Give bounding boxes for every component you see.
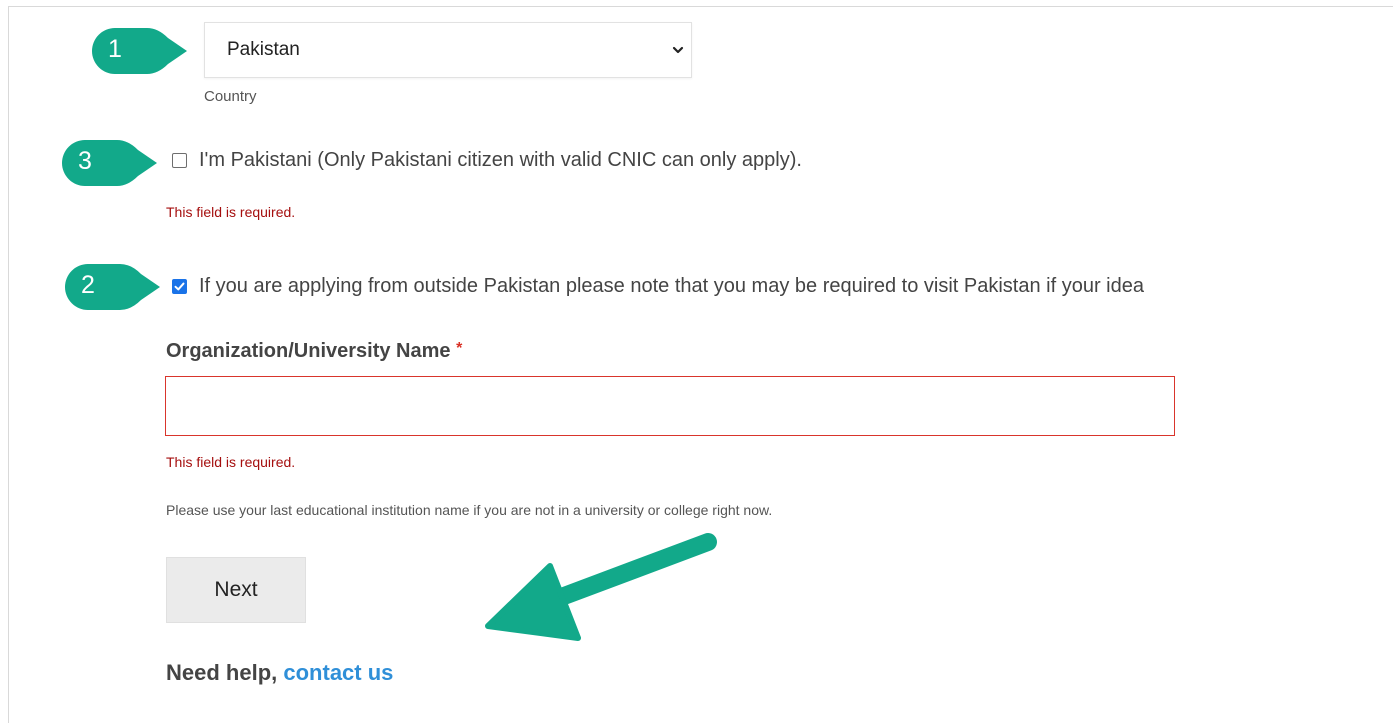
pakistani-checkbox-label: I'm Pakistani (Only Pakistani citizen wi… bbox=[199, 149, 802, 171]
contact-us-link[interactable]: contact us bbox=[283, 660, 393, 685]
outside-checkbox-row[interactable]: If you are applying from outside Pakista… bbox=[172, 275, 1144, 298]
required-marker: * bbox=[456, 340, 463, 357]
outside-checkbox[interactable] bbox=[172, 279, 187, 294]
pakistani-checkbox-row[interactable]: I'm Pakistani (Only Pakistani citizen wi… bbox=[172, 149, 802, 172]
pakistani-error: This field is required. bbox=[166, 204, 296, 220]
arrow-icon bbox=[470, 528, 730, 663]
organization-hint: Please use your last educational institu… bbox=[166, 502, 773, 518]
step-badge-2-number: 2 bbox=[81, 270, 95, 299]
step-badge-3: 3 bbox=[62, 138, 162, 188]
country-select-value: Pakistan bbox=[227, 39, 300, 60]
organization-label: Organization/University Name * bbox=[166, 340, 462, 363]
organization-input[interactable] bbox=[165, 376, 1175, 436]
organization-error: This field is required. bbox=[166, 454, 296, 470]
country-label: Country bbox=[204, 88, 257, 105]
outside-checkbox-label: If you are applying from outside Pakista… bbox=[199, 275, 1144, 297]
next-button[interactable]: Next bbox=[166, 557, 306, 623]
step-badge-1-number: 1 bbox=[108, 34, 122, 63]
step-badge-2: 2 bbox=[65, 262, 165, 312]
checkmark-icon bbox=[174, 282, 185, 291]
country-select[interactable]: Pakistan bbox=[204, 22, 692, 78]
organization-label-text: Organization/University Name bbox=[166, 340, 451, 362]
pakistani-checkbox[interactable] bbox=[172, 153, 187, 168]
help-text: Need help, contact us bbox=[166, 660, 393, 686]
help-label: Need help, bbox=[166, 660, 278, 685]
chevron-down-icon bbox=[671, 43, 685, 62]
step-badge-1: 1 bbox=[92, 26, 192, 76]
step-badge-3-number: 3 bbox=[78, 146, 92, 175]
